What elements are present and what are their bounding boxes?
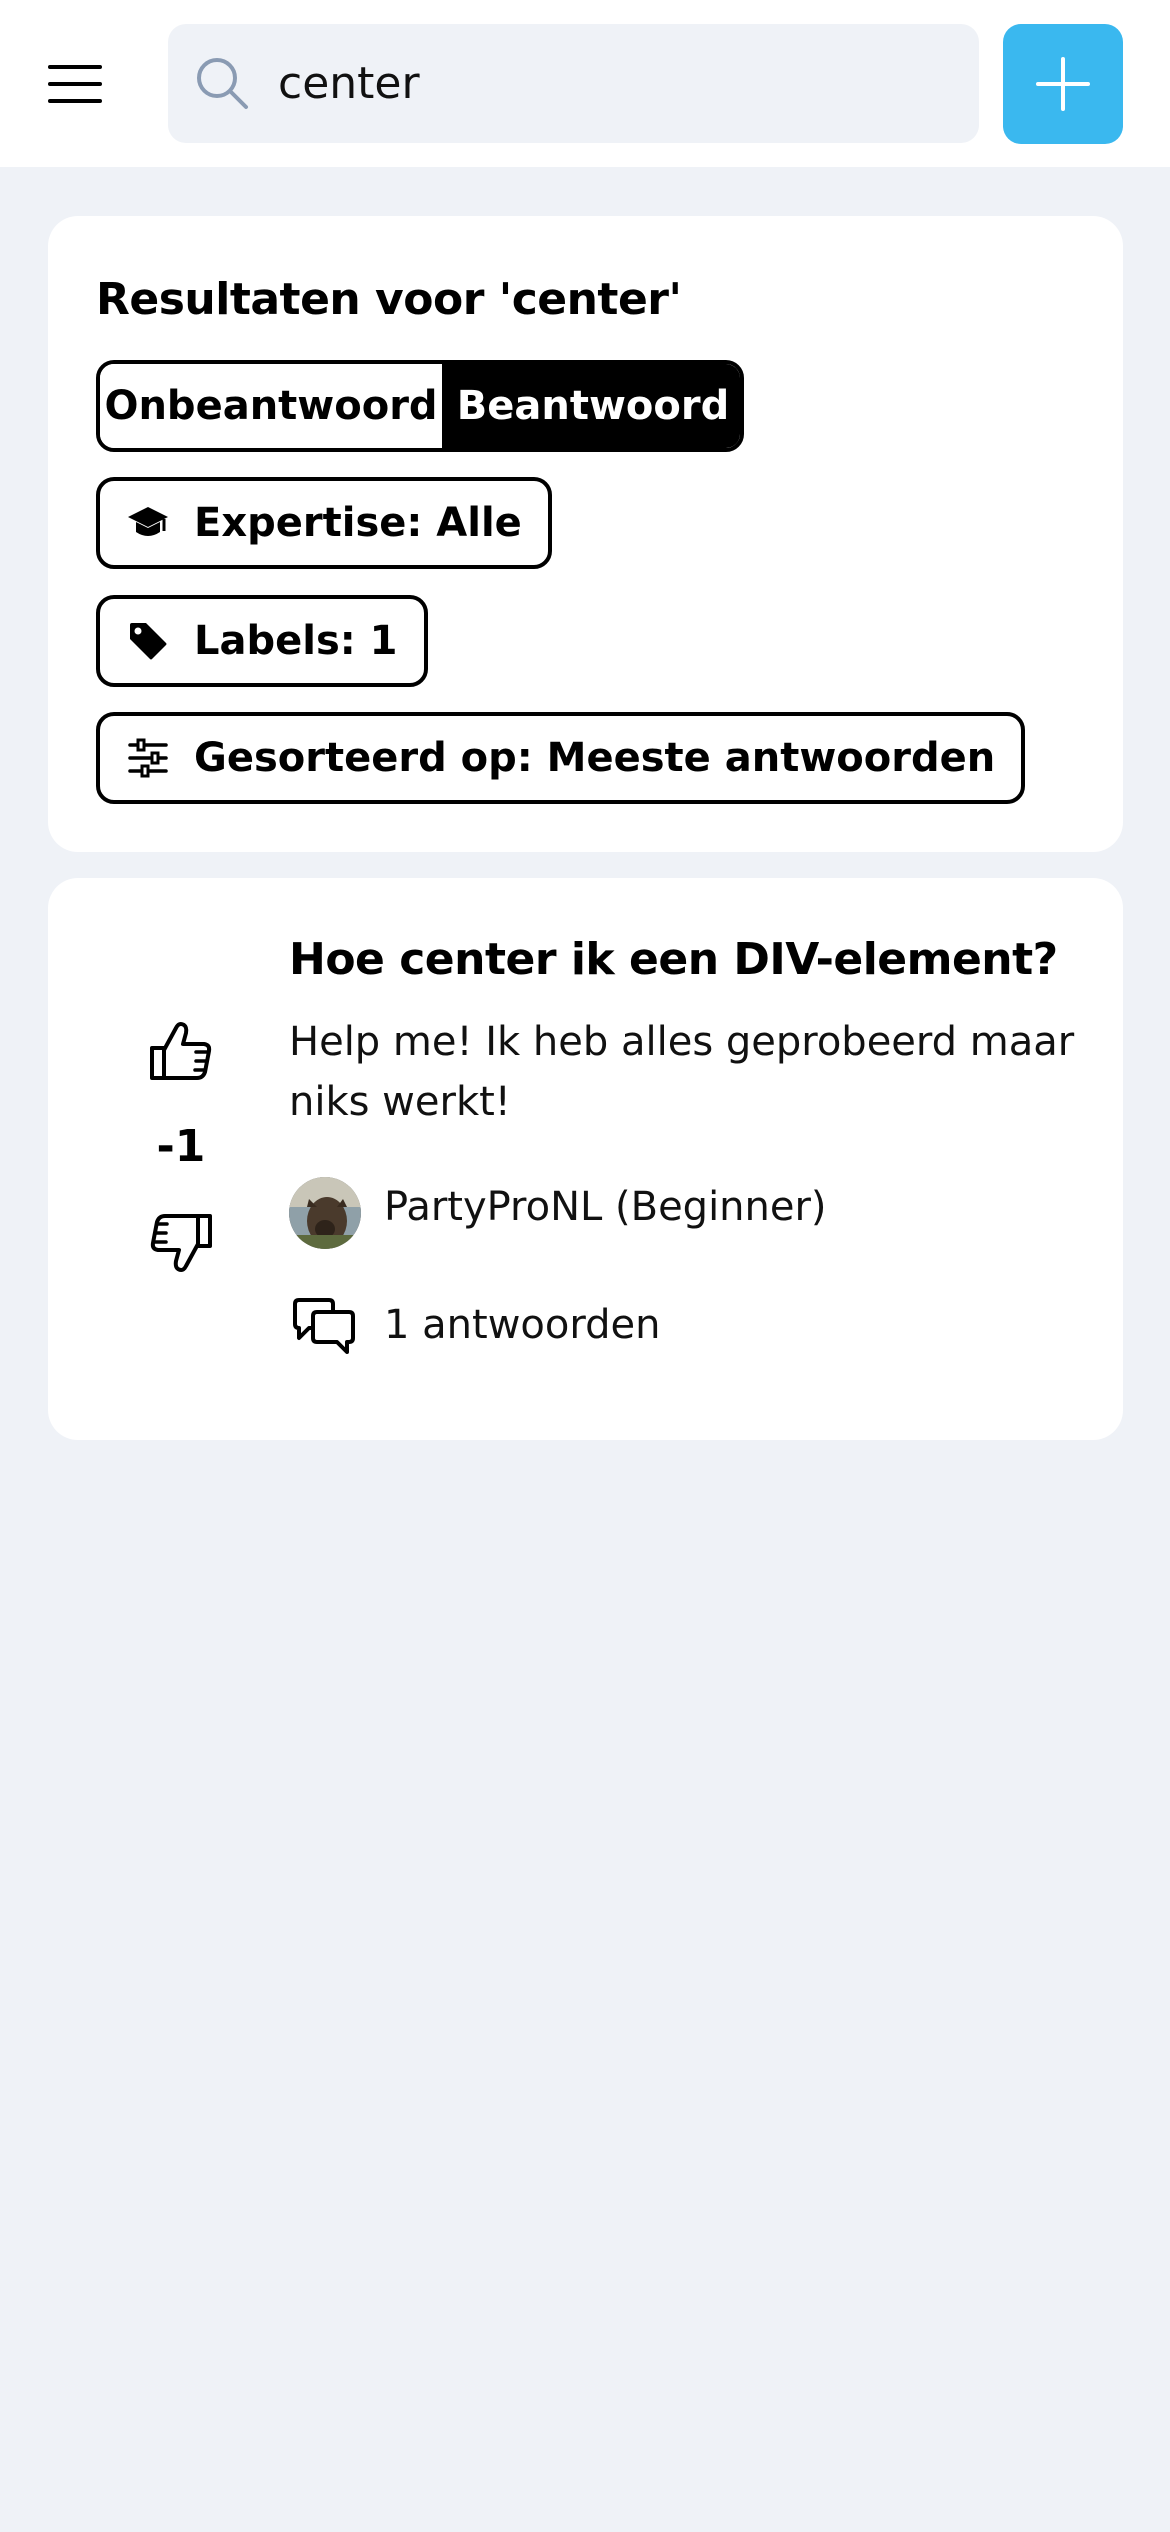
top-bar — [0, 0, 1170, 167]
answered-status-toggle: Onbeantwoord Beantwoord — [96, 360, 744, 452]
tab-unanswered[interactable]: Onbeantwoord — [100, 364, 446, 448]
question-card[interactable]: -1 Hoe center ik een DIV-element? Help m… — [48, 878, 1123, 1440]
vote-count: -1 — [156, 1121, 206, 1172]
hamburger-menu-icon[interactable] — [48, 52, 120, 116]
chat-bubbles-icon — [293, 1298, 355, 1354]
search-input[interactable] — [278, 24, 958, 143]
expertise-filter-button[interactable]: Expertise: Alle — [96, 477, 552, 569]
thumbs-up-icon[interactable] — [146, 1016, 216, 1086]
sort-label: Gesorteerd op: Meeste antwoorden — [194, 735, 996, 781]
sliders-icon — [126, 736, 170, 780]
graduation-cap-icon — [126, 501, 170, 545]
tag-icon — [126, 619, 170, 663]
answer-count: 1 antwoorden — [384, 1302, 661, 1348]
author-name[interactable]: PartyProNL (Beginner) — [384, 1184, 827, 1230]
plus-icon — [1036, 57, 1090, 111]
add-question-button[interactable] — [1003, 24, 1123, 144]
question-body: Help me! Ik heb alles geprobeerd maar ni… — [289, 1019, 1075, 1125]
search-bar[interactable] — [168, 24, 979, 143]
filters-card: Resultaten voor 'center' Onbeantwoord Be… — [48, 216, 1123, 852]
question-title[interactable]: Hoe center ik een DIV-element? — [289, 934, 1089, 985]
results-title: Resultaten voor 'center' — [96, 274, 682, 325]
author-avatar[interactable] — [289, 1177, 361, 1249]
labels-filter-label: Labels: 1 — [194, 618, 398, 664]
expertise-filter-label: Expertise: Alle — [194, 500, 522, 546]
thumbs-down-icon[interactable] — [146, 1208, 216, 1278]
sort-button[interactable]: Gesorteerd op: Meeste antwoorden — [96, 712, 1026, 804]
search-icon — [197, 58, 248, 109]
tab-answered[interactable]: Beantwoord — [446, 364, 740, 448]
labels-filter-button[interactable]: Labels: 1 — [96, 595, 428, 687]
